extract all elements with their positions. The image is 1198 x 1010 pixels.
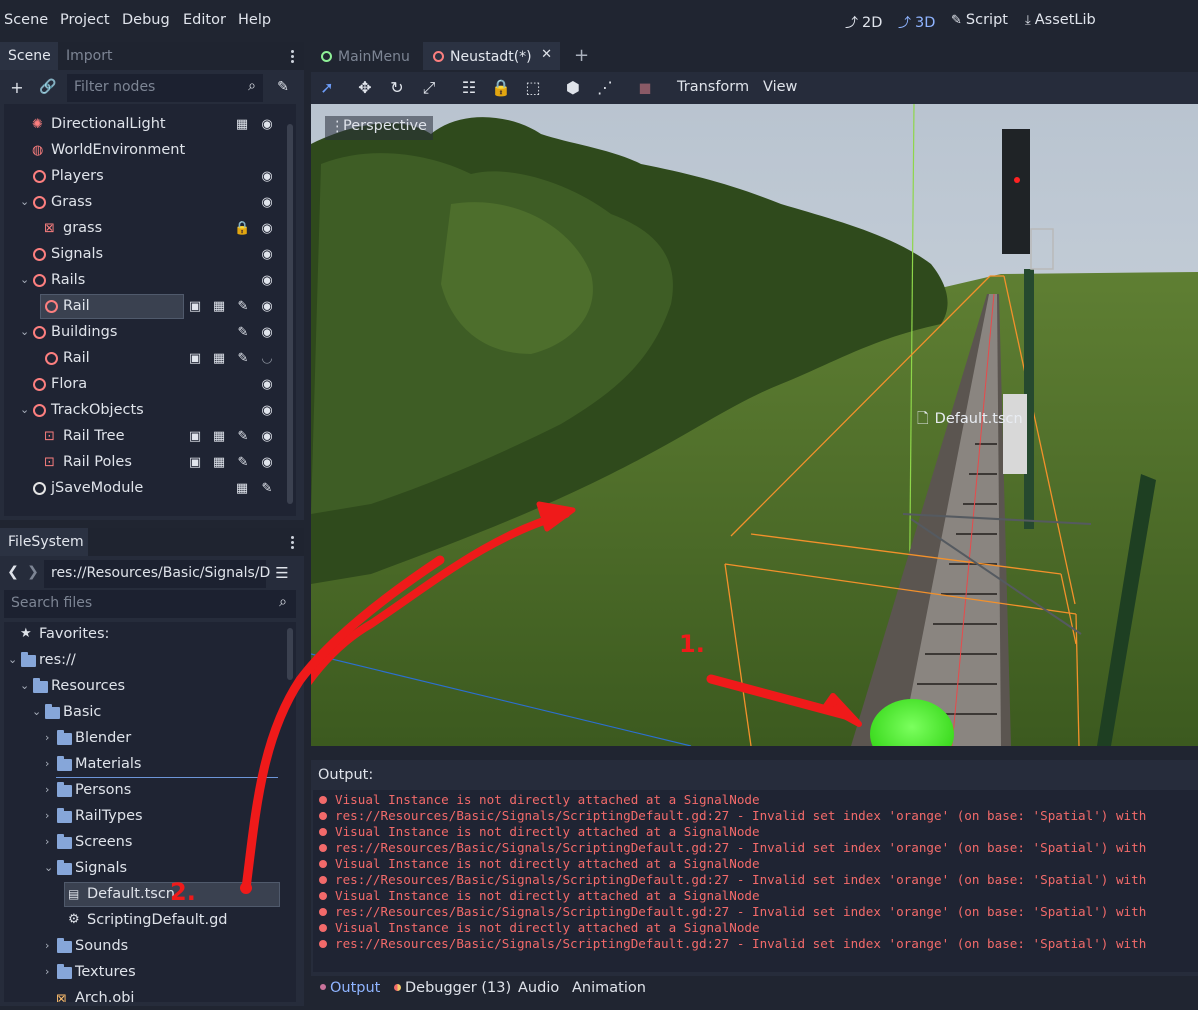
log-line: Visual Instance is not directly attached… [319,824,760,839]
error-dot-icon [319,876,327,884]
log-line: res://Resources/Basic/Signals/ScriptingD… [319,808,1146,823]
error-dot-icon [319,860,327,868]
error-dot-icon [319,924,327,932]
error-dot-icon [319,892,327,900]
error-dot-icon [319,940,327,948]
bottom-tab-output[interactable]: Output [320,980,380,996]
status-dot-icon [320,984,326,990]
error-dot-icon [319,812,327,820]
error-dot-icon [319,796,327,804]
error-dot-icon [319,908,327,916]
drag-arrow-start [240,882,252,894]
log-line: Visual Instance is not directly attached… [319,856,760,871]
bottom-tab-debugger[interactable]: Debugger (13) [394,980,511,996]
log-line: res://Resources/Basic/Signals/ScriptingD… [319,904,1146,919]
log-line: Visual Instance is not directly attached… [319,888,760,903]
log-line: res://Resources/Basic/Signals/ScriptingD… [319,936,1146,951]
log-line: res://Resources/Basic/Signals/ScriptingD… [319,840,1146,855]
output-panel: Output: Visual Instance is not directly … [311,760,1198,976]
bottom-tab-animation[interactable]: Animation [572,980,646,996]
bottom-tab-label: Debugger (13) [405,980,512,996]
debugger-status-icon [394,984,401,991]
log-line: res://Resources/Basic/Signals/ScriptingD… [319,872,1146,887]
output-title: Output: [318,767,374,783]
annotation-label-2: 2. [170,878,196,906]
log-line: Visual Instance is not directly attached… [319,920,760,935]
log-line: Visual Instance is not directly attached… [319,792,760,807]
output-log[interactable]: Visual Instance is not directly attached… [313,790,1198,972]
bottom-tab-label: Output [330,980,381,996]
error-dot-icon [319,844,327,852]
error-dot-icon [319,828,327,836]
bottom-tab-audio[interactable]: Audio [518,980,559,996]
